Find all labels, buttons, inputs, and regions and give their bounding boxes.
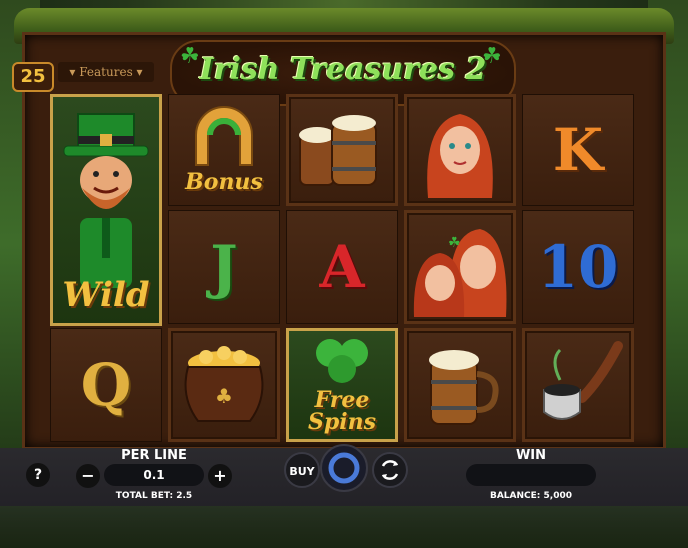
per-line-value: 0.1 <box>104 464 204 486</box>
decrease-bet-button[interactable]: − <box>76 464 100 488</box>
beer-mug-symbol <box>404 328 516 442</box>
spin-icon <box>328 452 360 484</box>
fairy-girl-icon <box>427 114 493 198</box>
svg-text:♣: ♣ <box>215 384 233 408</box>
increase-bet-button[interactable]: + <box>208 464 232 488</box>
fairy-girl-symbol <box>404 94 516 206</box>
per-line-label: PER LINE <box>121 448 187 463</box>
reel-4: ☘ <box>404 88 518 446</box>
reel-1: Wild Q <box>50 88 164 446</box>
reel-5: K 10 <box>522 88 636 446</box>
wild-symbol: Wild <box>50 94 162 326</box>
pipe-symbol <box>522 328 634 442</box>
spin-button[interactable] <box>320 444 368 492</box>
clover-icon: ☘ <box>180 44 200 69</box>
win-value <box>466 464 596 486</box>
symbol-j: J <box>168 210 280 324</box>
reel-3: A Free Spins <box>286 88 400 446</box>
beer-mugs-icon <box>299 115 377 186</box>
symbol-k: K <box>522 94 634 206</box>
pot-of-gold-icon: ♣ <box>184 346 264 422</box>
buy-button[interactable]: BUY <box>284 452 320 488</box>
four-leaf-clover-icon <box>316 339 368 383</box>
pot-of-gold-symbol: ♣ <box>168 328 280 442</box>
balance-label: BALANCE: 5,000 <box>489 491 572 501</box>
letter-q: Q <box>80 351 132 419</box>
symbol-10: 10 <box>522 210 634 324</box>
bonus-symbol: Bonus <box>168 94 280 206</box>
letter-j: J <box>210 233 238 301</box>
beer-mugs-symbol <box>286 94 398 206</box>
total-bet-label: TOTAL BET: 2.5 <box>115 491 193 501</box>
symbol-a: A <box>286 210 398 324</box>
symbol-q: Q <box>50 328 162 442</box>
two-girls-icon: ☘ <box>413 229 507 317</box>
lines-badge: 25 <box>12 62 54 92</box>
beer-mug-icon <box>429 350 499 425</box>
horseshoe-icon <box>195 106 253 166</box>
ground-strip <box>0 506 688 548</box>
free-spins-label: Free Spins <box>307 387 376 435</box>
free-spins-symbol: Free Spins <box>286 328 398 442</box>
pipe-icon <box>543 341 623 420</box>
help-button[interactable]: ? <box>26 463 50 487</box>
letter-10: 10 <box>537 233 619 301</box>
autoplay-icon <box>381 460 399 480</box>
features-button[interactable]: ▾ Features ▾ <box>58 62 154 82</box>
reel-2: Bonus J ♣ <box>168 88 282 446</box>
letter-a: A <box>319 233 365 301</box>
reel-grid: Wild Q Bonus J ♣ A Free Spins ☘ K 10 <box>50 88 642 446</box>
autoplay-button[interactable] <box>372 452 408 488</box>
game-title: Irish Treasures 2 <box>199 52 487 87</box>
clover-icon: ☘ <box>482 44 502 69</box>
svg-text:☘: ☘ <box>448 235 461 251</box>
wild-label: Wild <box>62 275 150 315</box>
bonus-label: Bonus <box>185 169 263 195</box>
two-girls-symbol: ☘ <box>404 210 516 324</box>
letter-k: K <box>552 116 604 184</box>
win-label: WIN <box>515 448 547 463</box>
